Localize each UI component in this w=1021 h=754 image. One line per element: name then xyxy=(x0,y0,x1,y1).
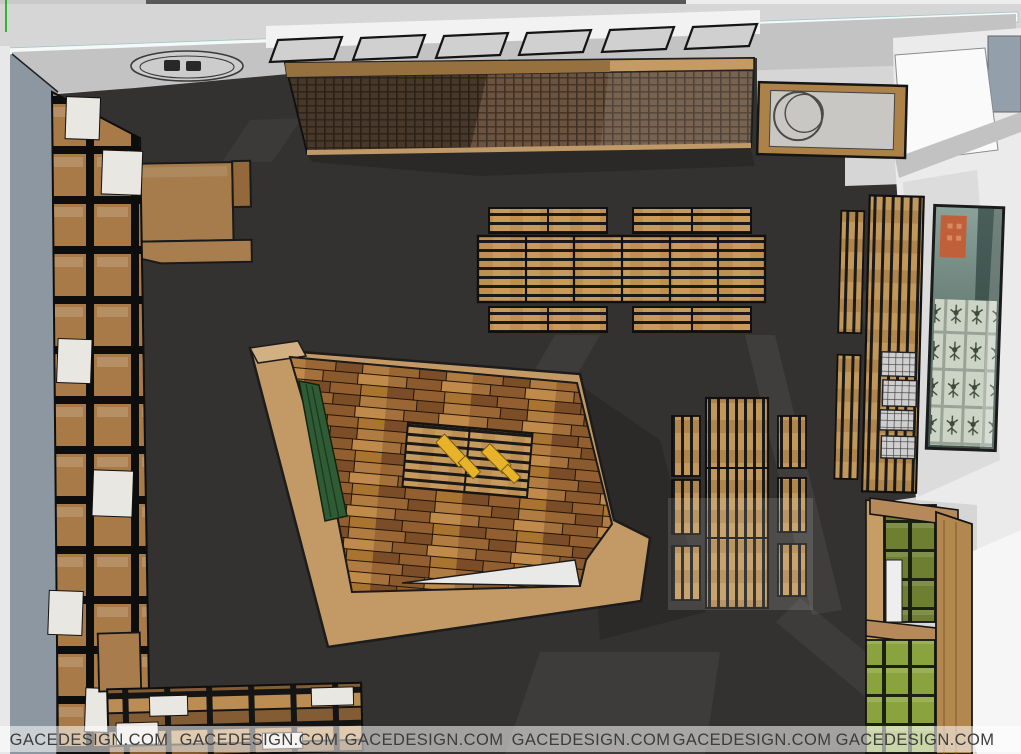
window-panel xyxy=(685,24,757,49)
basket xyxy=(882,380,917,407)
green-locker-shelf xyxy=(866,498,972,754)
window-panel xyxy=(270,37,342,62)
render-viewport: GACEDESIGN.COM GACEDESIGN.COM GACEDESIGN… xyxy=(0,0,1021,754)
watermark-text: GACEDESIGN.COM xyxy=(836,731,995,749)
left-wall xyxy=(0,46,60,754)
vestibule-grey-panel xyxy=(988,36,1021,112)
watermark-text: GACEDESIGN.COM xyxy=(512,731,671,749)
chair-icon xyxy=(164,60,180,71)
wood-box xyxy=(98,632,142,691)
locker-side-panel xyxy=(936,512,972,754)
bench xyxy=(672,416,700,476)
watermark-text: GACEDESIGN.COM xyxy=(10,731,169,749)
window-panel xyxy=(602,27,674,52)
top-edge-bar-left xyxy=(0,0,146,4)
bench xyxy=(834,355,860,480)
vertical-table-group xyxy=(668,398,813,610)
basket xyxy=(880,410,915,431)
left-outer-strip xyxy=(0,46,10,754)
basket xyxy=(881,352,916,377)
watermark-band: GACEDESIGN.COM GACEDESIGN.COM GACEDESIGN… xyxy=(0,726,1021,752)
poster-orange-block xyxy=(939,215,966,258)
basket xyxy=(881,436,916,459)
locker-white-box xyxy=(886,560,902,622)
desk-side-panel xyxy=(232,161,251,207)
interior-top-view-render: GACEDESIGN.COM GACEDESIGN.COM GACEDESIGN… xyxy=(0,0,1021,754)
watermark-text: GACEDESIGN.COM xyxy=(180,731,339,749)
chair-icon xyxy=(186,61,201,71)
window-panel xyxy=(353,35,425,60)
shelf-white-box xyxy=(311,687,353,706)
wall-poster xyxy=(925,204,1006,452)
platform-low-table xyxy=(402,423,532,498)
sunlight-patch xyxy=(668,498,813,610)
round-table-with-chairs xyxy=(131,51,243,81)
bench xyxy=(838,211,864,334)
service-counter-box xyxy=(757,82,907,158)
window-panel xyxy=(519,30,591,55)
bench xyxy=(778,416,806,468)
window-panel xyxy=(436,33,508,58)
top-edge-bar-dark xyxy=(146,0,686,4)
wood-slat-screen xyxy=(285,58,754,155)
shelf-white-box xyxy=(149,695,188,716)
watermark-text: GACEDESIGN.COM xyxy=(673,731,832,749)
top-edge-bar-right xyxy=(686,0,1021,4)
watermark-text: GACEDESIGN.COM xyxy=(345,731,504,749)
